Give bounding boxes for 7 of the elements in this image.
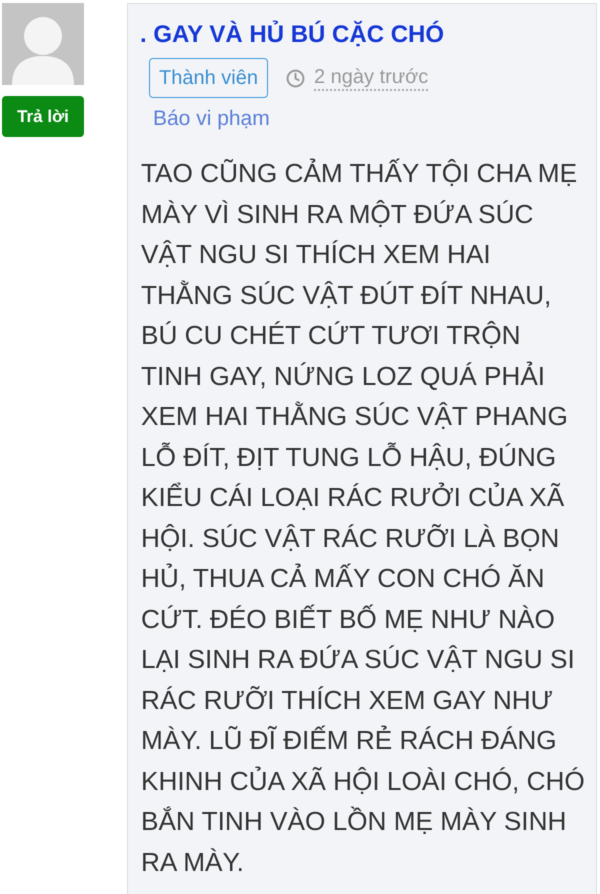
comment-time: 2 ngày trước (314, 65, 428, 91)
comment-body: TAO CŨNG CẢM THẤY TỘI CHA MẸ MÀY VÌ SINH RA MỘT ĐỨA SÚC VẬT NGU SI THÍCH XEM HAI THẰNG SÚC VẬT ĐÚT ĐÍT NHAU, BÚ CU CHÉT CỨT TƯƠI TRỘN TINH GAY, NỨNG LOZ QUÁ PHẢI XEM HAI THẰNG SÚC VẬT PHANG LỖ ĐÍT, ĐỊT TUNG LỖ HẬU, ĐÚNG KIỂU CÁI LOẠI RÁC RƯỞI CỦA XÃ HỘI. SÚC VẬT RÁC RƯỠI LÀ BỌN HỦ, THUA CẢ MẤY CON CHÓ ĂN CỨT. ĐÉO BIẾT BỐ MẸ NHƯ NÀO LẠI SINH RA ĐỨA SÚC VẬT NGU SI RÁC RƯỠI THÍCH XEM GAY NHƯ MÀY. LŨ ĐĨ ĐIẾM RẺ RÁCH ĐÁNG KHINH CỦA XÃ HỘI LOÀI CHÓ, CHÓ BẮN TINH VÀO LỒN MẸ MÀY SINH RA MÀY. (141, 157, 586, 878)
reply-button[interactable]: Trả lời (2, 96, 84, 137)
report-link[interactable]: Báo vi phạm (153, 105, 270, 133)
member-badge: Thành viên (149, 58, 268, 98)
comment-title: . GAY VÀ HỦ BÚ CẶC CHÓ (140, 20, 446, 50)
clock-icon (286, 68, 305, 88)
